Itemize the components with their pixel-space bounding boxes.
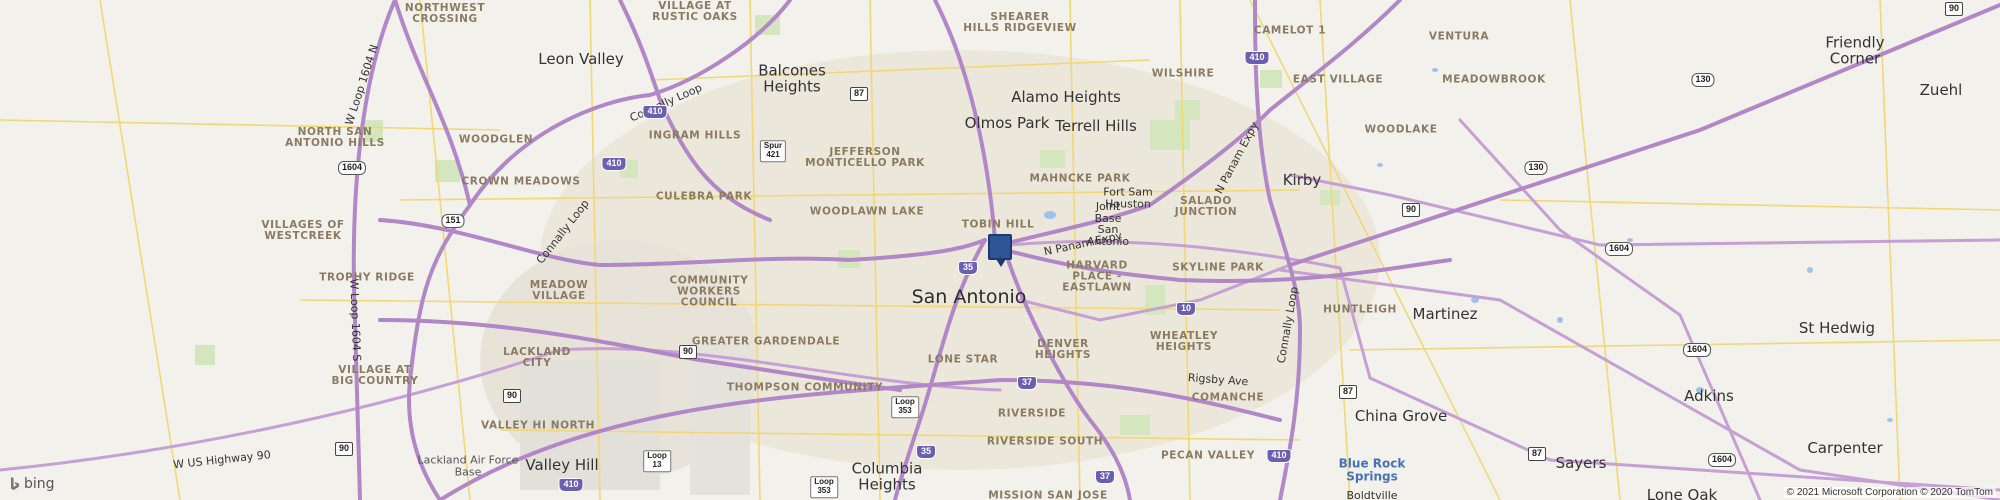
label-community-workers: COMMUNITY WORKERS COUNCIL (669, 274, 749, 309)
label-northwest-crossing: NORTHWEST CROSSING (404, 1, 486, 25)
interstate-35-shield: 35 (915, 445, 937, 459)
state-1604-shield: 1604 (1707, 453, 1737, 467)
interstate-410-shield: 410 (601, 157, 627, 171)
label-camelot: CAMELOT 1 (1253, 24, 1327, 37)
label-mahncke-park: MAHNCKE PARK (1029, 172, 1131, 185)
state-1604-shield: 1604 (1682, 343, 1712, 357)
label-culebra-park: CULEBRA PARK (655, 190, 753, 203)
bing-branding[interactable]: bing (10, 476, 55, 492)
loop-13-shield: Loop 13 (643, 450, 671, 472)
label-lackland-city: LACKLAND CITY (503, 345, 571, 369)
label-leon-valley: Leon Valley (538, 50, 624, 69)
state-151-shield: 151 (441, 214, 465, 228)
label-shearer-hills: SHEARER HILLS RIDGEVIEW (963, 10, 1077, 34)
label-east-village: EAST VILLAGE (1292, 73, 1384, 86)
label-adkins: Adkins (1684, 387, 1734, 406)
label-woodlake: WOODLAKE (1364, 123, 1438, 136)
label-village-big-country: VILLAGE AT BIG COUNTRY (331, 363, 419, 387)
label-thompson-community: THOMPSON COMMUNITY (726, 381, 884, 394)
label-greater-gardendale: GREATER GARDENDALE (691, 335, 841, 348)
label-lone-star: LONE STAR (927, 353, 999, 366)
state-1604-shield: 1604 (1604, 242, 1634, 256)
label-wheatley-heights: WHEATLEY HEIGHTS (1149, 329, 1219, 353)
label-riverside: RIVERSIDE (997, 407, 1067, 420)
label-denver-heights: DENVER HEIGHTS (1034, 337, 1092, 361)
label-blue-rock-springs: Blue Rock Springs (1338, 456, 1406, 483)
interstate-10-shield: 10 (1175, 302, 1197, 316)
bing-logo-text: bing (24, 476, 55, 492)
map-attribution: © 2021 Microsoft Corporation © 2020 TomT… (1783, 487, 1996, 498)
label-riverside-south: RIVERSIDE SOUTH (986, 435, 1104, 448)
label-trophy-ridge: TROPHY RIDGE (319, 271, 415, 284)
spur-421-shield: Spur 421 (759, 140, 787, 162)
label-salado-junction: SALADO JUNCTION (1174, 194, 1238, 218)
label-w-loop-1604-s: W Loop 1604 S (347, 278, 364, 362)
us-90-shield: 90 (1401, 203, 1421, 217)
state-130-shield: 130 (1691, 73, 1715, 87)
label-alamo-heights: Alamo Heights (1011, 88, 1121, 107)
us-90-shield: 90 (502, 389, 522, 403)
us-90-shield: 90 (334, 442, 354, 456)
label-jefferson-monticello: JEFFERSON MONTICELLO PARK (805, 145, 925, 169)
label-harvard-place: HARVARD PLACE - EASTLAWN (1062, 259, 1132, 294)
label-woodglen: WOODGLEN (458, 133, 534, 146)
label-carpenter: Carpenter (1807, 439, 1883, 458)
state-130-shield: 130 (1524, 161, 1548, 175)
label-huntleigh: HUNTLEIGH (1323, 303, 1397, 316)
interstate-37-shield: 37 (1094, 470, 1116, 484)
us-90-shield: 90 (1944, 2, 1964, 16)
label-martinez: Martinez (1412, 305, 1478, 324)
label-zuehl: Zuehl (1919, 81, 1963, 100)
label-pecan-valley: PECAN VALLEY (1160, 449, 1256, 462)
us-87-shield: 87 (1338, 385, 1358, 399)
label-lone-oak: Lone Oak (1646, 486, 1718, 500)
label-ingram-hills: INGRAM HILLS (648, 129, 742, 142)
label-lackland-afb: Lackland Air Force Base (417, 453, 519, 478)
interstate-410-shield: 410 (1266, 449, 1292, 463)
loop-353-shield: Loop 353 (891, 396, 919, 418)
bing-logo-icon (11, 477, 19, 490)
state-1604-shield: 1604 (337, 161, 367, 175)
label-terrell-hills: Terrell Hills (1055, 117, 1137, 136)
map-view[interactable]: NORTHWEST CROSSING Leon Valley VILLAGE A… (0, 0, 2000, 500)
location-marker-icon[interactable] (988, 234, 1012, 267)
label-villages-westcreek: VILLAGES OF WESTCREEK (261, 218, 345, 242)
label-boldtville: Boldtville (1346, 489, 1398, 500)
label-sayers: Sayers (1555, 454, 1607, 473)
label-balcones-heights: Balcones Heights (758, 61, 826, 95)
label-friendly-corner: Friendly Corner (1825, 33, 1885, 67)
label-tobin-hill: TOBIN HILL (961, 218, 1035, 231)
us-87-shield: 87 (1527, 447, 1547, 461)
interstate-37-shield: 37 (1016, 376, 1038, 390)
loop-353-shield: Loop 353 (810, 476, 838, 498)
label-valley-hi-north: VALLEY HI NORTH (481, 419, 595, 432)
label-skyline-park: SKYLINE PARK (1172, 261, 1264, 274)
label-woodlawn-lake: WOODLAWN LAKE (809, 205, 925, 218)
label-meadow-village: MEADOW VILLAGE (529, 278, 589, 302)
label-kirby: Kirby (1282, 171, 1322, 190)
label-mission-san-jose: MISSION SAN JOSE (988, 489, 1108, 500)
label-comanche: COMANCHE (1191, 391, 1265, 404)
us-87-shield: 87 (849, 87, 869, 101)
label-olmos-park: Olmos Park (964, 114, 1050, 133)
us-90-shield: 90 (678, 345, 698, 359)
label-meadowbrook: MEADOWBROOK (1442, 73, 1546, 86)
label-china-grove: China Grove (1354, 407, 1448, 426)
label-san-antonio: San Antonio (911, 286, 1027, 309)
label-valley-hill: Valley Hill (525, 456, 599, 475)
interstate-410-shield: 410 (1244, 51, 1270, 65)
label-st-hedwig: St Hedwig (1798, 319, 1876, 338)
label-village-rustic-oaks: VILLAGE AT RUSTIC OAKS (652, 0, 738, 23)
label-wilshire: WILSHIRE (1151, 67, 1215, 80)
label-columbia-heights: Columbia Heights (851, 459, 923, 493)
interstate-410-shield: 410 (642, 105, 668, 119)
label-ventura: VENTURA (1428, 30, 1490, 43)
interstate-410-shield: 410 (558, 478, 584, 492)
label-north-sa-hills: NORTH SAN ANTONIO HILLS (285, 125, 385, 149)
label-crown-meadows: CROWN MEADOWS (461, 175, 581, 188)
interstate-35-shield: 35 (957, 261, 979, 275)
